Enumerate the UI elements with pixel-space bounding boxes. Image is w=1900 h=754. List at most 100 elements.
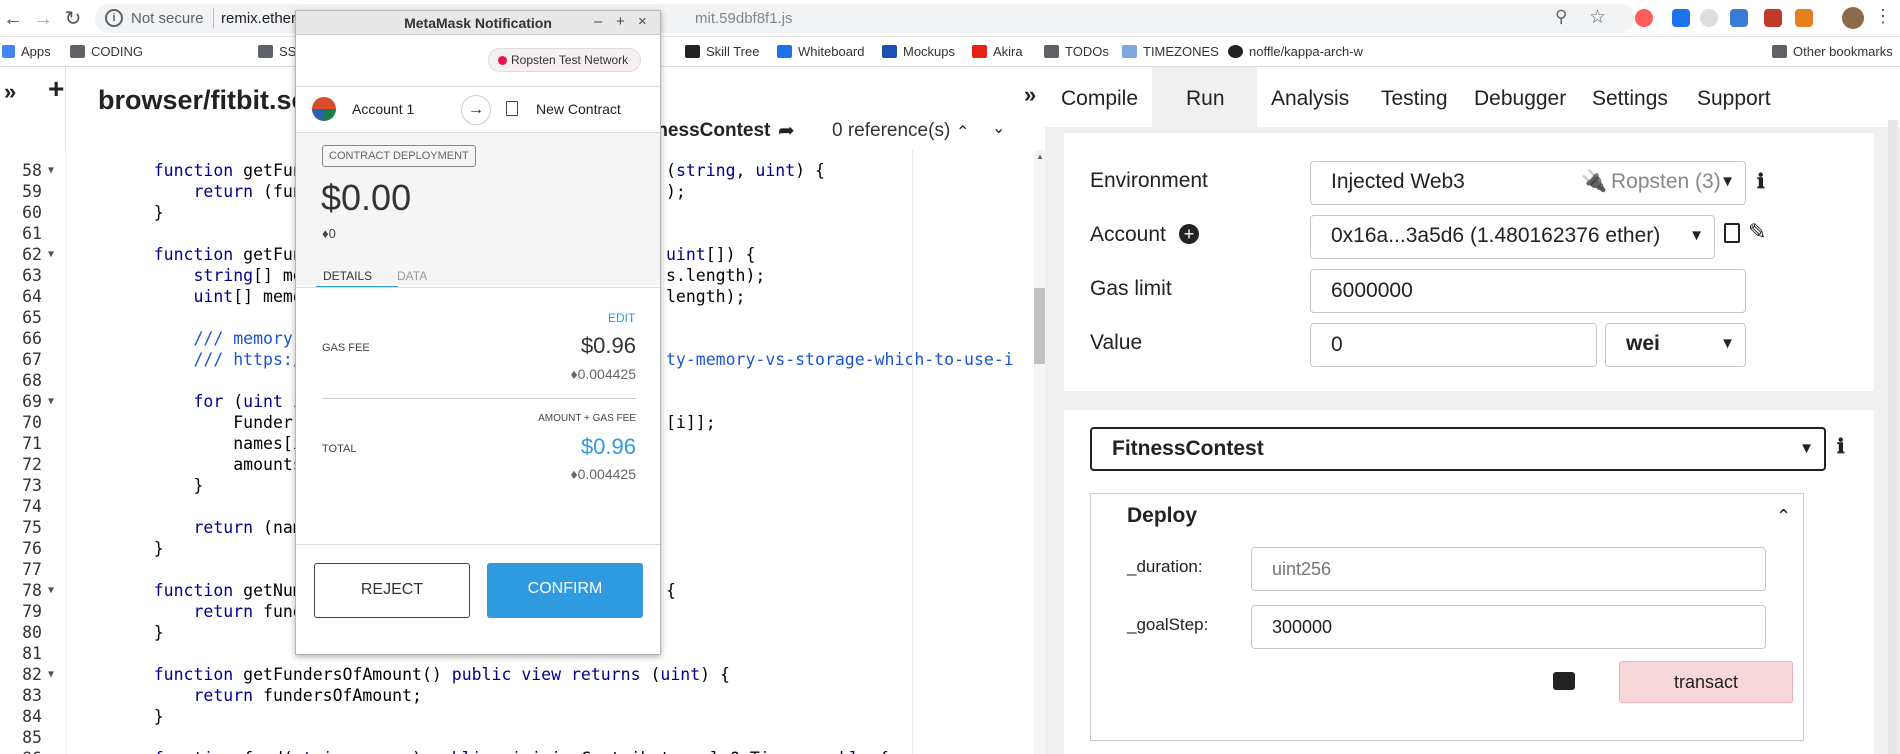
code-text: s.length);: [666, 266, 766, 285]
folder-icon: [70, 45, 85, 58]
tab-analysis[interactable]: Analysis: [1271, 87, 1349, 111]
line-number: 83: [22, 686, 42, 705]
tab-debugger[interactable]: Debugger: [1474, 87, 1566, 111]
bookmark-coding[interactable]: CODING: [70, 43, 143, 61]
transact-button[interactable]: transact: [1619, 661, 1793, 703]
tab-settings[interactable]: Settings: [1592, 87, 1668, 111]
scroll-up-arrow-icon[interactable]: ▲: [1036, 152, 1044, 161]
bookmark-todos[interactable]: TODOs: [1044, 43, 1109, 61]
edit-gas-link[interactable]: EDIT: [608, 311, 635, 325]
editor-scrollbar[interactable]: [1034, 150, 1045, 754]
close-icon[interactable]: ×: [638, 13, 647, 30]
code-line[interactable]: 84 }: [0, 706, 1032, 727]
fold-arrow-icon[interactable]: ▼: [48, 244, 54, 265]
extension-icon[interactable]: [1700, 9, 1718, 27]
bookmark-mockups[interactable]: Mockups: [882, 43, 955, 61]
info-icon[interactable]: ℹ: [1757, 169, 1765, 194]
gas-limit-input[interactable]: [1310, 269, 1746, 313]
extension-icon[interactable]: [1795, 9, 1813, 27]
bookmark-skill-tree[interactable]: Skill Tree: [685, 43, 759, 61]
bookmark-apps[interactable]: Apps: [2, 43, 51, 61]
whiteboard-icon: [777, 45, 792, 58]
chevron-up-icon[interactable]: ⌃: [1776, 506, 1791, 527]
fold-arrow-icon[interactable]: ▼: [48, 580, 54, 601]
reload-icon[interactable]: ↻: [60, 6, 86, 32]
code-line[interactable]: 83 return fundersOfAmount;: [0, 685, 1032, 706]
bookmark-timezones[interactable]: TIMEZONES: [1122, 43, 1219, 61]
chevron-down-icon: ▼: [1799, 440, 1814, 457]
expand-panel-icon[interactable]: »: [1024, 82, 1036, 108]
tab-details[interactable]: DETAILS: [323, 269, 372, 283]
browser-toolbar: ← → ↻ i Not secure remix.ether mit.59dbf…: [0, 0, 1900, 37]
bookmark-other[interactable]: Other bookmarks: [1772, 43, 1893, 61]
extension-icon[interactable]: [1764, 9, 1782, 27]
bookmark-ssi[interactable]: SSI: [258, 43, 300, 61]
add-file-icon[interactable]: +: [48, 73, 64, 105]
bookmark-whiteboard[interactable]: Whiteboard: [777, 43, 864, 61]
line-number: 69: [22, 392, 42, 411]
tab-testing[interactable]: Testing: [1381, 87, 1448, 111]
network-badge[interactable]: Ropsten Test Network: [488, 48, 641, 72]
chevron-down-icon[interactable]: ⌄: [992, 118, 1005, 138]
arrow-right-icon: →: [461, 95, 491, 125]
copy-icon[interactable]: [1724, 223, 1740, 243]
environment-select[interactable]: Injected Web3 🔌 Ropsten (3) ▼: [1310, 161, 1746, 205]
divider: [296, 544, 660, 545]
code-line[interactable]: 86 ▼ function fund(string _name) public m…: [0, 748, 1032, 754]
fold-arrow-icon[interactable]: ▼: [48, 664, 54, 685]
fold-arrow-icon[interactable]: ▼: [48, 748, 54, 754]
code-text: }: [114, 623, 164, 642]
value-input[interactable]: [1310, 323, 1597, 367]
info-icon[interactable]: ℹ: [1837, 434, 1845, 459]
bookmark-star-icon[interactable]: ☆: [1589, 6, 1606, 29]
code-text: (string, uint) {: [666, 161, 825, 180]
line-number: 85: [22, 728, 42, 747]
bookmark-github[interactable]: noffle/kappa-arch-w: [1228, 43, 1363, 61]
code-line[interactable]: 85: [0, 727, 1032, 748]
code-text: return (names: [193, 518, 323, 537]
panel-scrollbar[interactable]: [1888, 120, 1898, 754]
url-domain: remix.ether: [221, 10, 297, 27]
forward-icon[interactable]: →: [30, 6, 56, 32]
collapse-panel-icon[interactable]: »: [4, 79, 16, 105]
popup-title: MetaMask Notification: [404, 15, 552, 31]
zoom-icon[interactable]: ⚲: [1555, 7, 1567, 27]
file-tab-name[interactable]: browser/fitbit.so: [98, 85, 308, 116]
code-text: function getNumFu: [153, 581, 323, 600]
add-account-icon[interactable]: +: [1179, 224, 1199, 244]
code-text: for (uint i =: [193, 392, 322, 411]
edit-icon[interactable]: ✎: [1748, 219, 1766, 245]
extension-icon[interactable]: [1730, 9, 1748, 27]
tab-run[interactable]: Run: [1186, 87, 1225, 111]
code-line[interactable]: 82 ▼ function getFundersOfAmount() public…: [0, 664, 1032, 685]
fold-arrow-icon[interactable]: ▼: [48, 391, 54, 412]
info-icon[interactable]: i: [105, 9, 123, 27]
back-icon[interactable]: ←: [0, 6, 26, 32]
duration-input[interactable]: [1251, 547, 1766, 591]
minimize-icon[interactable]: –: [594, 13, 602, 30]
briefcase-icon[interactable]: [1553, 672, 1575, 690]
fold-arrow-icon[interactable]: ▼: [48, 160, 54, 181]
more-icon[interactable]: ⋮: [1874, 6, 1892, 27]
account-select[interactable]: 0x16a...3a5d6 (1.480162376 ether) ▼: [1310, 215, 1715, 259]
chevron-up-icon[interactable]: ⌃: [956, 122, 969, 142]
extension-icon[interactable]: [1635, 9, 1653, 27]
chevron-down-icon: ▼: [1720, 173, 1735, 190]
tab-support[interactable]: Support: [1697, 87, 1771, 111]
maximize-icon[interactable]: +: [616, 13, 625, 30]
line-number: 59: [22, 182, 42, 201]
extension-icon[interactable]: [1672, 9, 1690, 27]
confirm-button[interactable]: CONFIRM: [487, 563, 643, 618]
tab-data[interactable]: DATA: [397, 269, 427, 283]
value-unit-select[interactable]: wei ▼: [1605, 323, 1746, 367]
share-arrow-icon[interactable]: ➦: [778, 118, 795, 143]
apps-grid-icon: [2, 45, 15, 58]
goal-step-input[interactable]: [1251, 605, 1766, 649]
tab-compile[interactable]: Compile: [1061, 87, 1138, 111]
bookmark-akira[interactable]: Akira: [972, 43, 1023, 61]
avatar[interactable]: [1842, 7, 1864, 29]
divider: [296, 287, 660, 288]
reject-button[interactable]: REJECT: [314, 563, 470, 618]
scrollbar-thumb[interactable]: [1034, 288, 1045, 364]
contract-select[interactable]: FitnessContest ▼: [1090, 427, 1826, 471]
